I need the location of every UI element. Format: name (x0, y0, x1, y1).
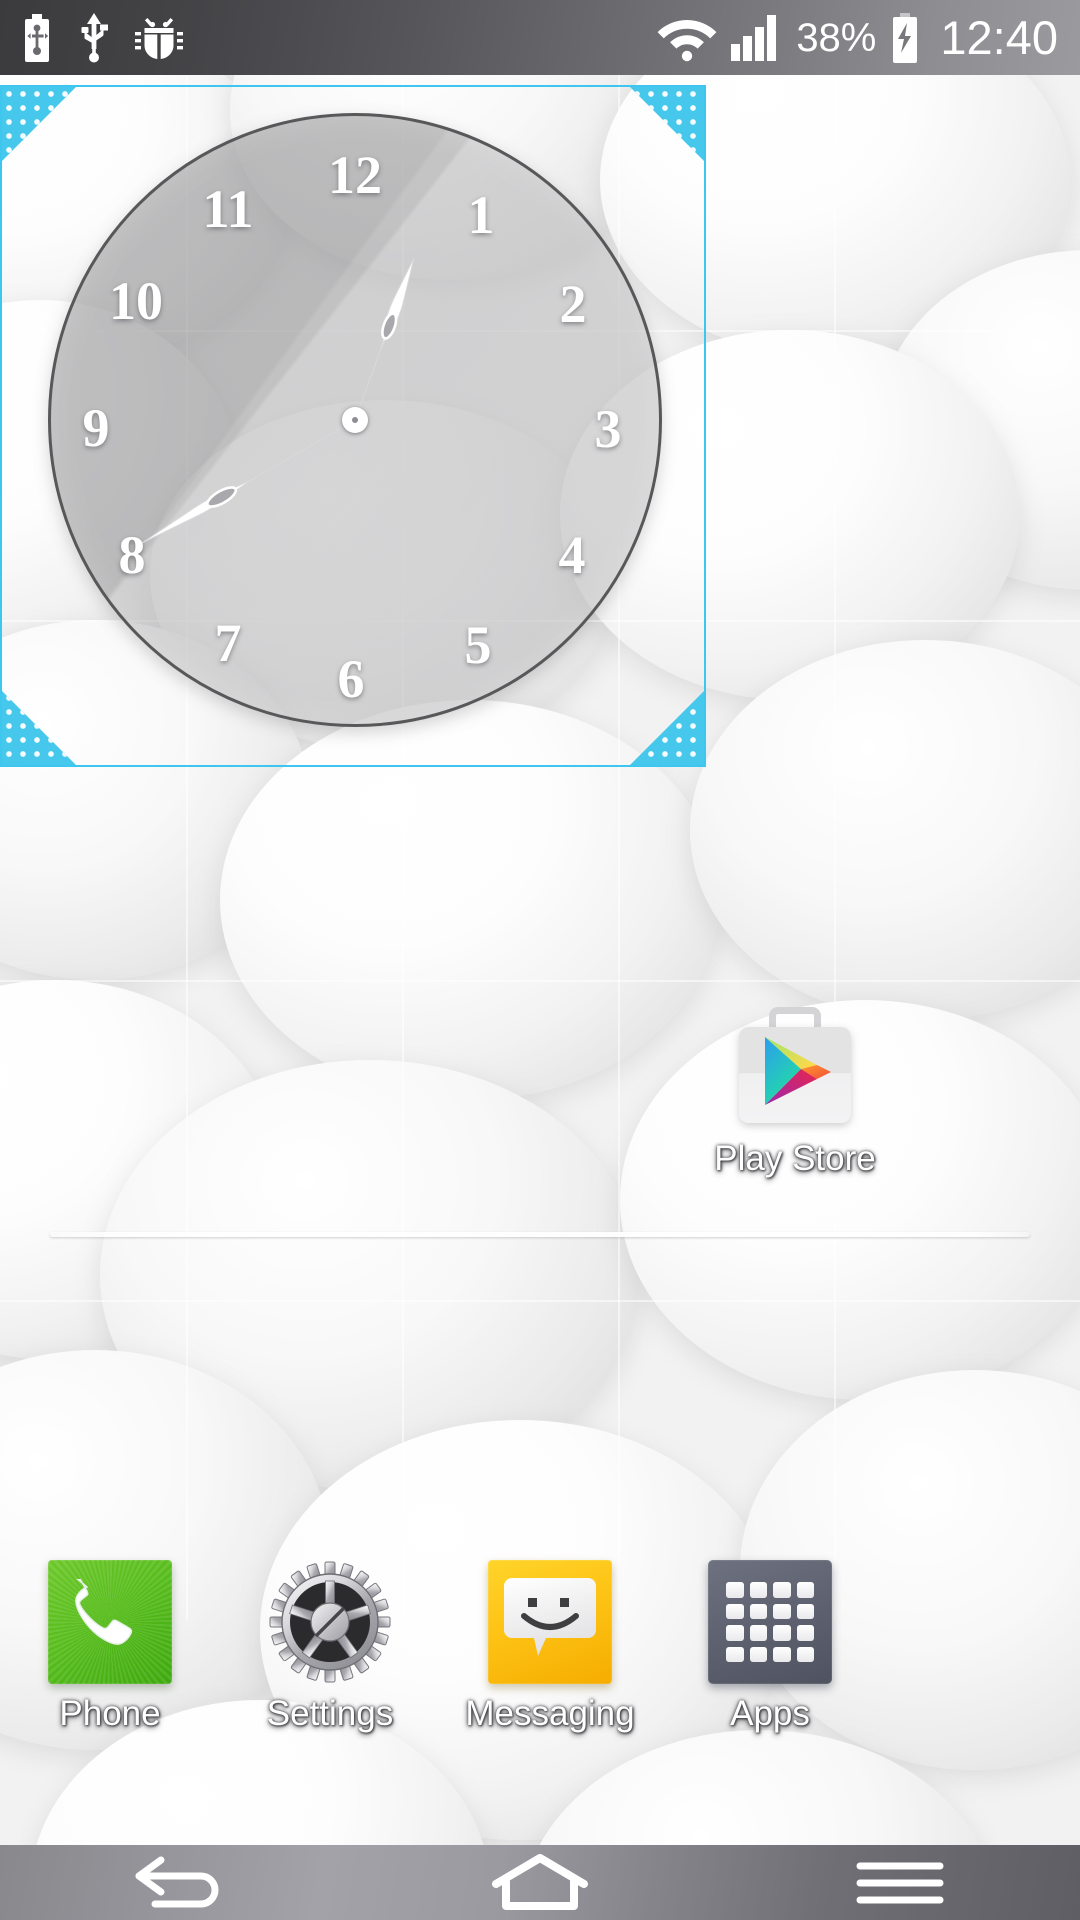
home-icon (492, 1853, 588, 1910)
gear-glyph (269, 1561, 391, 1683)
analog-clock-widget[interactable]: 12 1 2 3 4 5 6 7 8 9 10 11 (48, 113, 662, 727)
navigation-bar (0, 1845, 1080, 1920)
clock-numeral-7: 7 (214, 613, 242, 673)
clock-numeral-12: 12 (328, 145, 382, 205)
clock-center-cap (342, 407, 368, 433)
cellular-signal-icon (731, 14, 777, 61)
status-bar[interactable]: 38% 12:40 (0, 0, 1080, 75)
android-debug-bug-icon (135, 17, 183, 59)
wifi-icon (657, 19, 717, 61)
dock-item-settings-label: Settings (266, 1694, 394, 1733)
dock-item-apps-label: Apps (730, 1694, 810, 1733)
menu-button[interactable] (800, 1845, 1000, 1920)
clock-numeral-4: 4 (558, 525, 586, 585)
dock-item-messaging[interactable]: Messaging (455, 1560, 645, 1734)
clock-numeral-11: 11 (202, 179, 254, 239)
clock-numeral-10: 10 (109, 271, 163, 331)
clock-numeral-3: 3 (594, 399, 622, 459)
home-icon-play-store-label: Play Store (714, 1139, 876, 1178)
dock-item-messaging-label: Messaging (465, 1694, 635, 1733)
apps-grid-dots (726, 1582, 814, 1662)
clock-numeral-1: 1 (467, 185, 495, 245)
home-button[interactable] (440, 1845, 640, 1920)
status-bar-left-icons (0, 12, 184, 63)
dock-item-phone[interactable]: Phone (15, 1560, 205, 1734)
dock-item-settings[interactable]: Settings (235, 1560, 425, 1734)
status-bar-right-icons: 38% 12:40 (656, 11, 1080, 64)
clock-numeral-6: 6 (337, 649, 365, 709)
home-icon-play-store[interactable]: Play Store (700, 1005, 890, 1179)
clock-numeral-2: 2 (559, 274, 587, 334)
play-store-icon (733, 1005, 857, 1129)
menu-lines-icon (856, 1862, 944, 1903)
speech-bubble-smiley-icon (488, 1560, 612, 1684)
clock-numeral-5: 5 (464, 615, 492, 675)
android-home-screen: 38% 12:40 12 1 2 3 4 5 6 7 8 9 10 11 Pla… (0, 0, 1080, 1920)
back-button[interactable] (80, 1845, 280, 1920)
phone-handset-glyph (75, 1579, 133, 1645)
page-indicator[interactable] (50, 1232, 1030, 1237)
dock-item-phone-label: Phone (59, 1694, 161, 1733)
speech-bubble-glyph (504, 1578, 596, 1656)
status-bar-clock: 12:40 (940, 11, 1058, 64)
app-grid-icon (708, 1560, 832, 1684)
battery-percent-label: 38% (796, 15, 877, 60)
phone-handset-icon (48, 1560, 172, 1684)
play-store-triangle-icon (765, 1037, 831, 1105)
usb-charging-battery-icon (25, 13, 49, 62)
usb-icon (81, 12, 108, 62)
dock: Phone Settings Messaging Apps (0, 1560, 1080, 1790)
clock-numeral-9: 9 (82, 398, 110, 458)
dock-item-apps[interactable]: Apps (675, 1560, 865, 1734)
charging-battery-icon (893, 12, 918, 63)
gear-icon (268, 1560, 392, 1684)
back-arrow-icon (135, 1856, 219, 1907)
